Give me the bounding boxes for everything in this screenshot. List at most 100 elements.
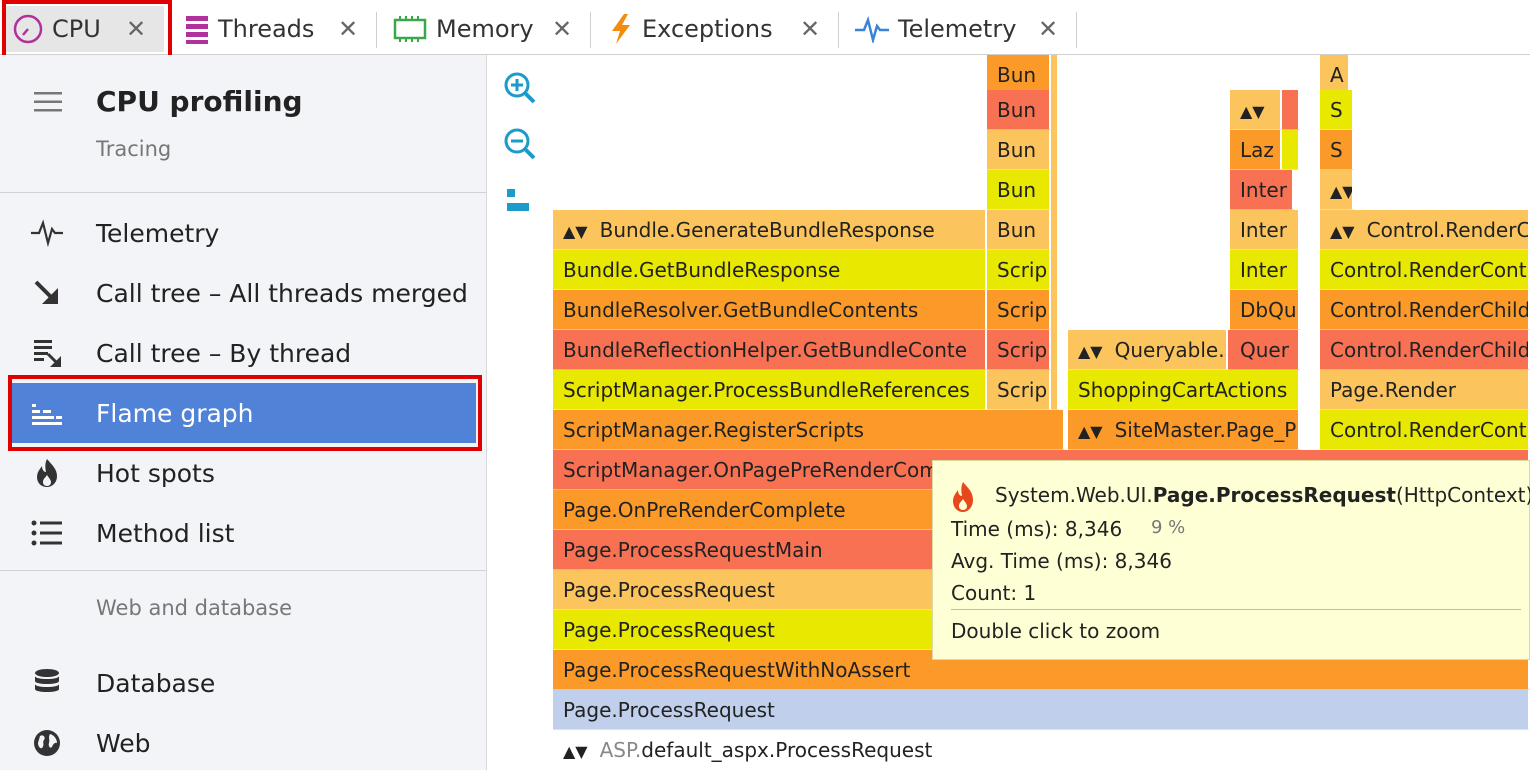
flame-frame[interactable]: Bun xyxy=(987,210,1051,250)
flame-frame[interactable]: Control.RenderChild xyxy=(1320,330,1530,370)
flame-frame[interactable]: ▲▼ Bundle.GenerateBundleResponse xyxy=(553,210,987,250)
flame-frame[interactable]: Bun xyxy=(987,90,1051,130)
flame-frame-sliver[interactable] xyxy=(1051,55,1059,410)
flame-frame[interactable]: BundleReflectionHelper.GetBundleConte xyxy=(553,330,987,370)
clock-icon xyxy=(13,14,43,44)
tab-memory[interactable]: Memory ✕ xyxy=(384,6,584,52)
zoom-out-icon[interactable] xyxy=(503,127,537,161)
sort-arrows-icon: ▲▼ xyxy=(1240,102,1265,121)
frame-label: Bun xyxy=(997,98,1037,122)
flame-frame[interactable]: Control.RenderCont xyxy=(1320,250,1530,290)
flame-frame[interactable]: Scrip xyxy=(987,370,1051,410)
frame-label: SiteMaster.Page_P xyxy=(1114,418,1297,442)
pulse-icon xyxy=(31,219,63,248)
tab-label: Threads xyxy=(218,15,315,43)
close-icon[interactable]: ✕ xyxy=(800,15,820,43)
frame-label: Quer xyxy=(1240,338,1289,362)
frame-label: Bun xyxy=(997,138,1037,162)
flame-frame[interactable]: Bun xyxy=(987,130,1051,170)
frame-label: ScriptManager.ProcessBundleReferences xyxy=(563,378,970,402)
flame-graph[interactable]: ▲▼ Bundle.GenerateBundleResponse Bundle.G… xyxy=(553,55,1530,770)
flame-frame[interactable]: ▲▼ xyxy=(1230,90,1282,130)
flame-frame[interactable]: DbQu xyxy=(1230,290,1300,330)
frame-label: Bun xyxy=(997,178,1037,202)
frame-label-namespace: ASP. xyxy=(599,738,642,762)
sidebar-item-label: Method list xyxy=(96,518,235,548)
flame-frame[interactable]: Page.Render xyxy=(1320,370,1530,410)
flame-frame[interactable]: ▲▼ xyxy=(1320,170,1354,210)
flame-frame[interactable]: BundleResolver.GetBundleContents xyxy=(553,290,987,330)
tab-threads[interactable]: Threads ✕ xyxy=(176,6,366,52)
divider xyxy=(0,570,486,571)
flame-frame[interactable]: Bun xyxy=(987,170,1051,210)
frame-label: Page.ProcessRequest xyxy=(563,698,775,722)
flame-frame[interactable]: ▲▼ Queryable.S xyxy=(1068,330,1228,370)
sidebar-item-label: Flame graph xyxy=(96,398,254,428)
frame-label: Page.ProcessRequest xyxy=(563,578,775,602)
close-icon[interactable]: ✕ xyxy=(552,15,572,43)
thread-tree-icon xyxy=(34,340,61,367)
database-icon xyxy=(35,669,59,692)
frame-label: Laz xyxy=(1240,138,1274,162)
sidebar-item-label: Database xyxy=(96,668,216,698)
flame-frame-root[interactable]: ▲▼ ASP.default_aspx.ProcessRequest xyxy=(553,730,1530,770)
frame-label: S xyxy=(1330,98,1343,122)
sidebar-item-label: Web xyxy=(96,728,151,758)
frame-label: A xyxy=(1330,63,1344,87)
tab-exceptions[interactable]: Exceptions ✕ xyxy=(600,6,830,52)
pulse-icon xyxy=(855,15,889,43)
flame-frame[interactable]: Scrip xyxy=(987,290,1051,330)
tab-telemetry[interactable]: Telemetry ✕ xyxy=(846,6,1074,52)
frame-label: Inter xyxy=(1240,258,1287,282)
flame-frame[interactable]: Scrip xyxy=(987,250,1051,290)
tab-label: CPU xyxy=(52,15,101,43)
flame-frame[interactable]: Inter xyxy=(1230,210,1300,250)
frame-label: BundleReflectionHelper.GetBundleConte xyxy=(563,338,968,362)
sidebar-item-call-tree-merged[interactable]: Call tree – All threads merged xyxy=(10,263,476,323)
flame-frame[interactable]: Control.RenderCont xyxy=(1320,410,1530,450)
flame-frame[interactable]: A xyxy=(1320,55,1350,95)
flame-frame[interactable]: Inter xyxy=(1230,170,1294,210)
flame-frame[interactable]: Bun xyxy=(987,55,1051,95)
tab-separator xyxy=(590,12,591,48)
sidebar-item-hot-spots[interactable]: Hot spots xyxy=(10,443,476,503)
flame-frame-sliver[interactable] xyxy=(1282,90,1300,130)
flame-frame[interactable]: Scrip xyxy=(987,330,1051,370)
flame-frame[interactable]: ▲▼ SiteMaster.Page_P xyxy=(1068,410,1300,450)
frame-label: S xyxy=(1330,138,1343,162)
zoom-in-icon[interactable] xyxy=(503,71,537,105)
flame-frame[interactable]: ▲▼ Control.RenderCo xyxy=(1320,210,1530,250)
sidebar-item-web[interactable]: Web xyxy=(10,713,476,773)
sidebar-item-call-tree-by-thread[interactable]: Call tree – By thread xyxy=(10,323,476,383)
flame-frame[interactable]: Bundle.GetBundleResponse xyxy=(553,250,987,290)
flame-frame[interactable]: ShoppingCartActions xyxy=(1068,370,1300,410)
align-icon[interactable] xyxy=(503,183,537,217)
flame-frame[interactable]: S xyxy=(1320,130,1354,170)
frame-label: Control.RenderChild xyxy=(1330,338,1530,362)
tooltip-time: Time (ms): 8,346 xyxy=(951,517,1123,541)
flame-frame-selected[interactable]: Page.ProcessRequest xyxy=(553,690,1530,730)
flame-frame[interactable]: ScriptManager.ProcessBundleReferences xyxy=(553,370,987,410)
close-icon[interactable]: ✕ xyxy=(338,15,358,43)
flame-frame[interactable]: Laz xyxy=(1230,130,1282,170)
flame-frame[interactable]: S xyxy=(1320,90,1354,130)
close-icon[interactable]: ✕ xyxy=(1038,15,1058,43)
arrow-down-right-icon xyxy=(34,280,58,304)
sidebar-item-database[interactable]: Database xyxy=(10,653,476,713)
close-icon[interactable]: ✕ xyxy=(126,15,146,43)
hamburger-menu-icon[interactable] xyxy=(34,91,62,113)
flame-frame[interactable]: Quer xyxy=(1230,330,1300,370)
flame-frame[interactable]: ScriptManager.RegisterScripts xyxy=(553,410,1065,450)
frame-label: Control.RenderCont xyxy=(1330,258,1527,282)
sidebar-item-method-list[interactable]: Method list xyxy=(10,503,476,563)
sidebar-item-telemetry[interactable]: Telemetry xyxy=(10,203,476,263)
sidebar-item-flame-graph[interactable]: Flame graph xyxy=(10,383,476,443)
tab-cpu[interactable]: CPU ✕ xyxy=(6,6,164,52)
frame-label: Bundle.GetBundleResponse xyxy=(563,258,841,282)
frame-label: Page.ProcessRequestWithNoAssert xyxy=(563,658,911,682)
flame-frame[interactable]: Control.RenderChild xyxy=(1320,290,1530,330)
tab-bar: CPU ✕ Threads ✕ Memory ✕ Exceptions ✕ Te… xyxy=(0,0,1530,55)
flame-frame-sliver[interactable] xyxy=(1282,130,1300,170)
tab-separator xyxy=(376,12,377,48)
flame-frame[interactable]: Inter xyxy=(1230,250,1300,290)
